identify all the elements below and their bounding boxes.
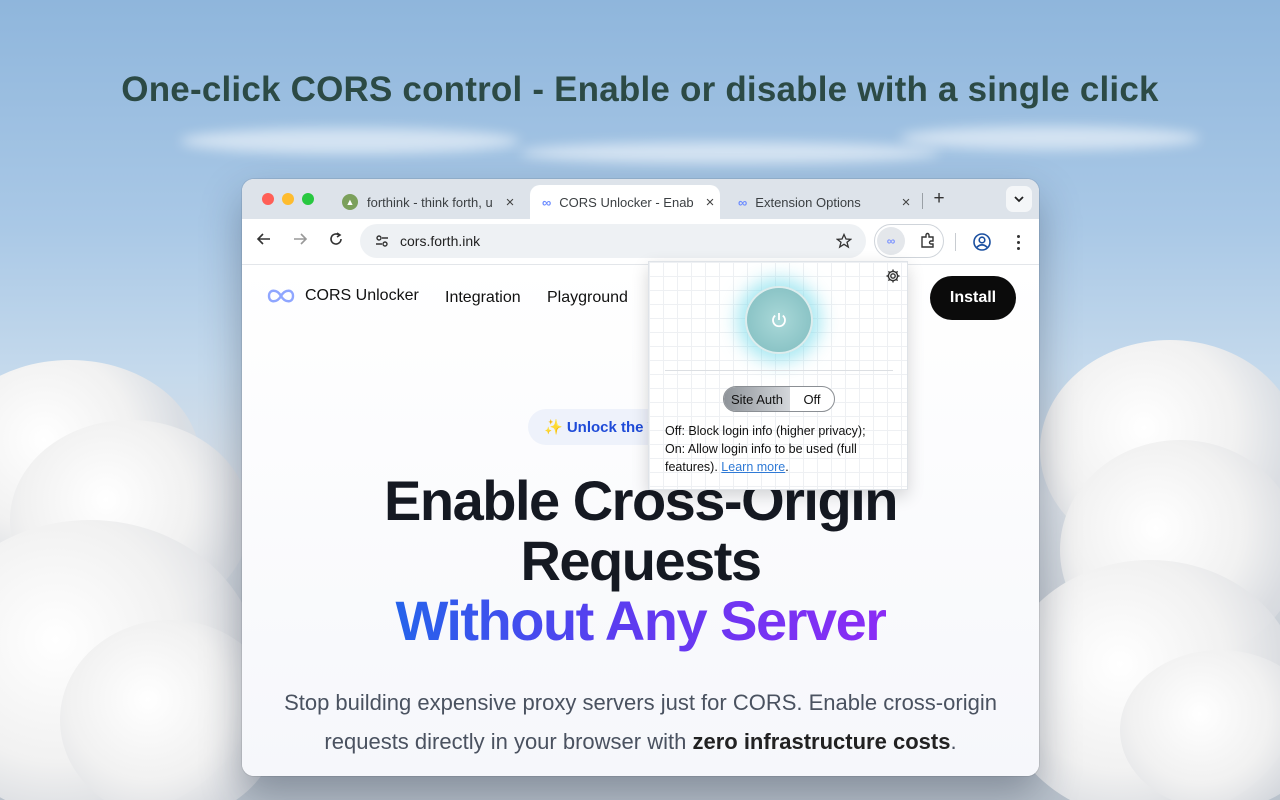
extension-pill: ∞ xyxy=(874,224,944,258)
browser-window: ▲ forthink - think forth, u × ∞ CORS Unl… xyxy=(242,179,1039,776)
webpage: CORS Unlocker Integration Playground Ins… xyxy=(242,265,1039,776)
close-icon[interactable]: × xyxy=(700,194,720,211)
tab-cors-unlocker[interactable]: ∞ CORS Unlocker - Enab × xyxy=(530,185,720,219)
url-text: cors.forth.ink xyxy=(400,233,481,249)
tab-title: forthink - think forth, u xyxy=(367,194,493,210)
chevron-down-icon xyxy=(1014,196,1024,203)
forward-button[interactable] xyxy=(288,230,312,254)
new-tab-button[interactable]: + xyxy=(928,188,950,210)
cors-unlocker-logo-icon xyxy=(267,289,295,303)
profile-icon[interactable] xyxy=(972,232,992,252)
tab-search-button[interactable] xyxy=(1006,186,1032,212)
tab-title: CORS Unlocker - Enab xyxy=(559,194,694,210)
tab-title: Extension Options xyxy=(755,194,861,210)
bookmark-star-icon[interactable] xyxy=(836,233,852,249)
close-icon[interactable]: × xyxy=(896,194,916,211)
forthink-favicon-icon: ▲ xyxy=(342,194,358,210)
back-button[interactable] xyxy=(252,230,276,254)
infinity-icon: ∞ xyxy=(738,194,748,210)
popup-divider xyxy=(665,370,893,371)
tab-forthink[interactable]: ▲ forthink - think forth, u × xyxy=(330,185,520,219)
nav-link-integration[interactable]: Integration xyxy=(445,289,521,307)
subtitle-line-2-text: requests directly in your browser with xyxy=(324,729,687,754)
site-auth-toggle[interactable]: Site Auth Off xyxy=(723,386,835,412)
minimize-window-button[interactable] xyxy=(282,193,294,205)
subtitle-line-1: Stop building expensive proxy servers ju… xyxy=(284,690,997,715)
reload-icon xyxy=(330,232,342,245)
hero-title-line-1: Enable Cross-Origin xyxy=(384,469,898,532)
desc-off: Off: Block login info (higher privacy); xyxy=(665,424,866,438)
extension-popup: Site Auth Off Off: Block login info (hig… xyxy=(648,261,908,490)
nav-link-playground[interactable]: Playground xyxy=(547,289,628,307)
browser-toolbar: cors.forth.ink ∞ xyxy=(242,219,1039,265)
subtitle-emphasis: zero infrastructure costs xyxy=(692,729,951,754)
address-bar[interactable]: cors.forth.ink xyxy=(360,224,866,258)
subtitle-period: . xyxy=(950,729,957,754)
zoom-window-button[interactable] xyxy=(302,193,314,205)
infinity-icon: ∞ xyxy=(542,194,552,210)
close-icon[interactable]: × xyxy=(500,194,520,211)
learn-more-link[interactable]: Learn more xyxy=(721,460,785,474)
subtitle-line-2: requests directly in your browser with z… xyxy=(242,722,1039,761)
power-toggle-button[interactable] xyxy=(745,286,813,354)
close-window-button[interactable] xyxy=(262,193,274,205)
install-button[interactable]: Install xyxy=(930,276,1016,320)
cors-unlocker-extension-button[interactable]: ∞ xyxy=(877,227,905,255)
gear-icon[interactable] xyxy=(885,268,901,284)
desc-on: On: Allow login info to be used (full fe… xyxy=(665,440,895,476)
toolbar-divider xyxy=(955,233,956,251)
headline: One-click CORS control - Enable or disab… xyxy=(121,70,1159,109)
site-auth-description: Off: Block login info (higher privacy); … xyxy=(665,422,895,476)
hero-subtitle: Stop building expensive proxy servers ju… xyxy=(242,683,1039,761)
infinity-icon: ∞ xyxy=(886,234,896,248)
toggle-value: Off xyxy=(803,391,821,407)
brand-name: CORS Unlocker xyxy=(305,287,419,304)
hero-title-line-3: Without Any Server xyxy=(242,591,1039,651)
toggle-label: Site Auth xyxy=(724,387,790,411)
site-nav: CORS Unlocker Integration Playground Ins… xyxy=(242,265,1039,329)
puzzle-extensions-icon[interactable] xyxy=(919,232,937,250)
site-settings-icon[interactable] xyxy=(374,233,390,249)
tab-extension-options[interactable]: ∞ Extension Options × xyxy=(726,185,916,219)
arrow-right-icon xyxy=(294,233,308,245)
brand-link[interactable]: CORS Unlocker xyxy=(266,287,419,305)
hero-title-line-2: Requests xyxy=(520,529,762,592)
tab-bar: ▲ forthink - think forth, u × ∞ CORS Unl… xyxy=(242,179,1039,219)
kebab-menu-icon[interactable] xyxy=(1012,231,1024,253)
hero-gradient-text: Without Any Server xyxy=(395,589,887,652)
arrow-left-icon xyxy=(256,233,270,245)
tab-separator xyxy=(922,193,923,209)
reload-button[interactable] xyxy=(324,230,348,254)
power-icon xyxy=(772,313,786,328)
desc-period: . xyxy=(785,460,789,474)
